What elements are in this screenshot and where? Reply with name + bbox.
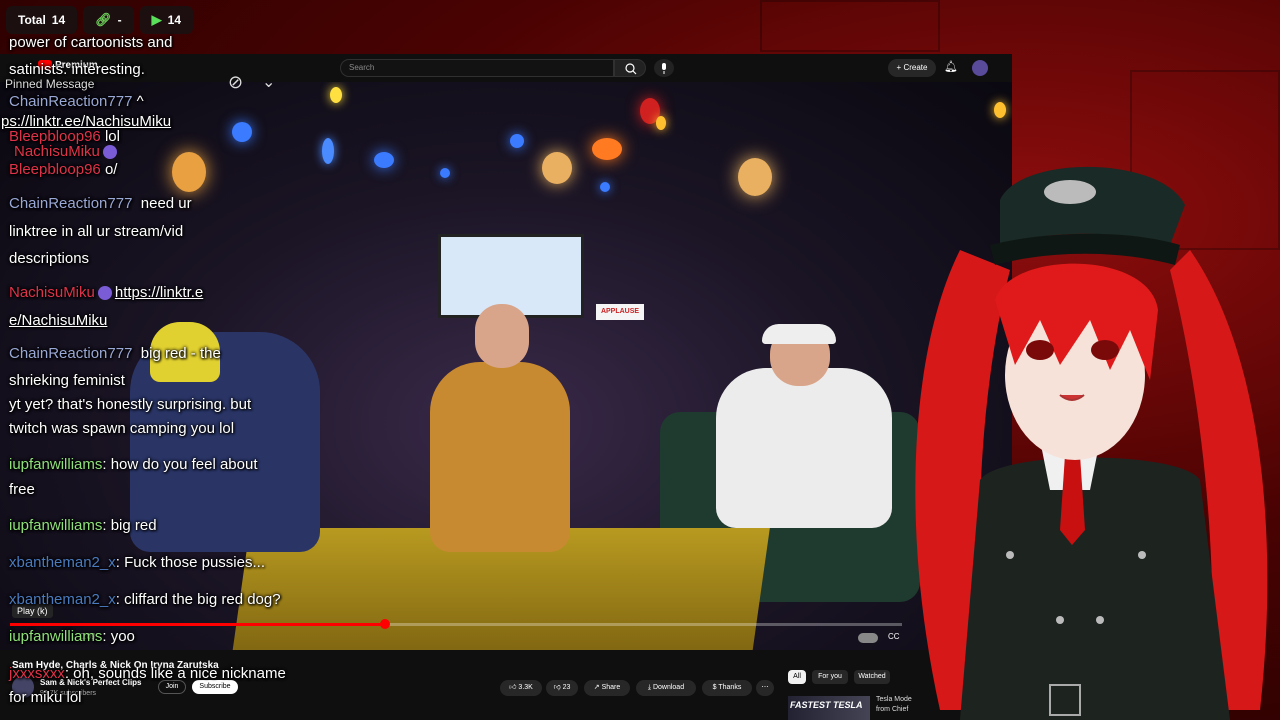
chat-line: yt yet? that's honestly surprising. but [9,396,252,413]
vtuber-avatar [915,166,1268,720]
chat-message: iupfanwilliams: how do you feel about [9,456,258,474]
chat-message: ChainReaction777 need ur [9,195,192,213]
chat-text: : how do you feel about [102,456,258,473]
uniform [960,457,1230,720]
chat-text: : cliffard the big red dog? [115,591,281,608]
chat-text: : oh, sounds like a nice nickname [64,665,286,682]
chat-username: xbantheman2_x [9,554,116,571]
subtitles-icon[interactable]: CC [888,632,900,641]
chat-username: xbantheman2_x [9,591,116,608]
chat-line: twitch was spawn camping you lol [9,420,235,437]
chat-text: need ur [140,195,192,212]
progress-scrubber[interactable] [379,619,390,629]
share-icon: ↗ [593,684,602,691]
white-cap [762,324,836,344]
wall-frame [760,0,940,52]
chat-line: for miku lol [9,689,82,706]
mic-icon [662,63,666,74]
chat-message: jxxxsxxx: oh, sounds like a nice nicknam… [9,665,286,683]
uniform-button [1096,616,1104,624]
chat-message: xbantheman2_x: Fuck those pussies... [9,554,265,572]
amber-bulb [542,152,572,184]
chat-username: jxxxsxxx [9,665,65,682]
dislike-button[interactable]: 👎︎ 23 [546,680,578,696]
orange-bulb [592,138,622,160]
chat-text: o/ [104,161,118,178]
recommended-thumbnail[interactable]: FASTEST TESLA [788,696,870,720]
chat-text: : yoo [102,628,135,645]
chat-link[interactable]: e/NachisuMiku [9,312,107,330]
uniform-button [1056,616,1064,624]
blue-bulb [374,152,394,168]
chat-username: ChainReaction777 [9,93,133,110]
search-icon [625,63,637,75]
yellow-bulb [994,102,1006,118]
chat-text: : Fuck those pussies... [115,554,265,571]
crown-icon [97,286,112,301]
host-right [716,368,892,528]
chat-message: xbantheman2_x: cliffard the big red dog? [9,591,281,609]
chat-text: : big red [102,517,157,534]
thanks-button[interactable]: $ Thanks [702,680,752,696]
military-cap [1000,166,1185,245]
chat-message: iupfanwilliams: yoo [9,628,135,646]
blue-bulb [440,168,450,178]
chat-username: Bleepbloop96 [9,161,101,178]
download-button[interactable]: ⤓ Download [636,680,696,696]
chat-line: power of cartoonists and [9,34,173,51]
host-center [430,362,570,552]
search-input[interactable]: Search [340,59,614,77]
account-avatar[interactable] [972,60,988,76]
thumbs-down-icon: 👎︎ [553,684,563,691]
chat-username: NachisuMiku [14,143,100,160]
applause-sign: APPLAUSE [596,304,644,320]
chat-username: iupfanwilliams [9,456,103,473]
autoplay-toggle[interactable] [858,633,878,643]
share-button[interactable]: ↗ Share [584,680,630,696]
chat-line: linktree in all ur stream/vid [9,223,184,240]
yellow-bulb [656,116,666,130]
host-center-head [475,304,529,368]
search-button[interactable] [614,59,646,77]
left-eye [1026,340,1054,360]
chat-text: big red - the [140,345,221,362]
mic-button[interactable] [654,59,674,77]
pinned-message-label: Pinned Message [5,77,95,91]
chat-username: NachisuMiku [9,284,95,301]
chat-message: Bleepbloop96 o/ [9,161,117,179]
right-eye [1091,340,1119,360]
like-button[interactable]: 👍︎ 3.3K [500,680,542,696]
chat-username: iupfanwilliams [9,628,103,645]
create-button[interactable]: + Create [888,59,936,77]
chat-text: ^ [136,93,144,110]
chip-all[interactable]: All [788,670,806,684]
uniform-button [1138,551,1146,559]
chat-message: ChainReaction777 ^ [9,93,144,111]
amber-bulb [738,158,772,196]
more-actions-icon[interactable]: ⋯ [756,680,774,696]
blue-bulb [510,134,524,148]
chat-message: NachisuMiku https://linktr.e [9,284,203,302]
chat-message: ChainReaction777 big red - the [9,345,221,363]
chat-username: ChainReaction777 [9,195,133,212]
chat-link[interactable]: https://linktr.e [115,284,203,301]
chat-username: iupfanwilliams [9,517,103,534]
cap-emblem [1044,180,1096,204]
notifications-bell-icon[interactable]: 🔔︎ [944,60,958,73]
stream-chat-overlay: power of cartoonists and satinists. inte… [0,0,340,720]
chat-line: descriptions [9,250,90,267]
chat-line: shrieking feminist [9,372,125,389]
chat-username: ChainReaction777 [9,345,133,362]
blue-bulb [600,182,610,192]
chat-message: iupfanwilliams: big red [9,517,157,535]
chip-for-you[interactable]: For you [812,670,848,684]
chat-message: NachisuMiku [14,143,120,161]
uniform-button [1006,551,1014,559]
chat-line: free [9,481,35,498]
crown-icon [102,145,117,160]
chip-watched[interactable]: Watched [854,670,890,684]
